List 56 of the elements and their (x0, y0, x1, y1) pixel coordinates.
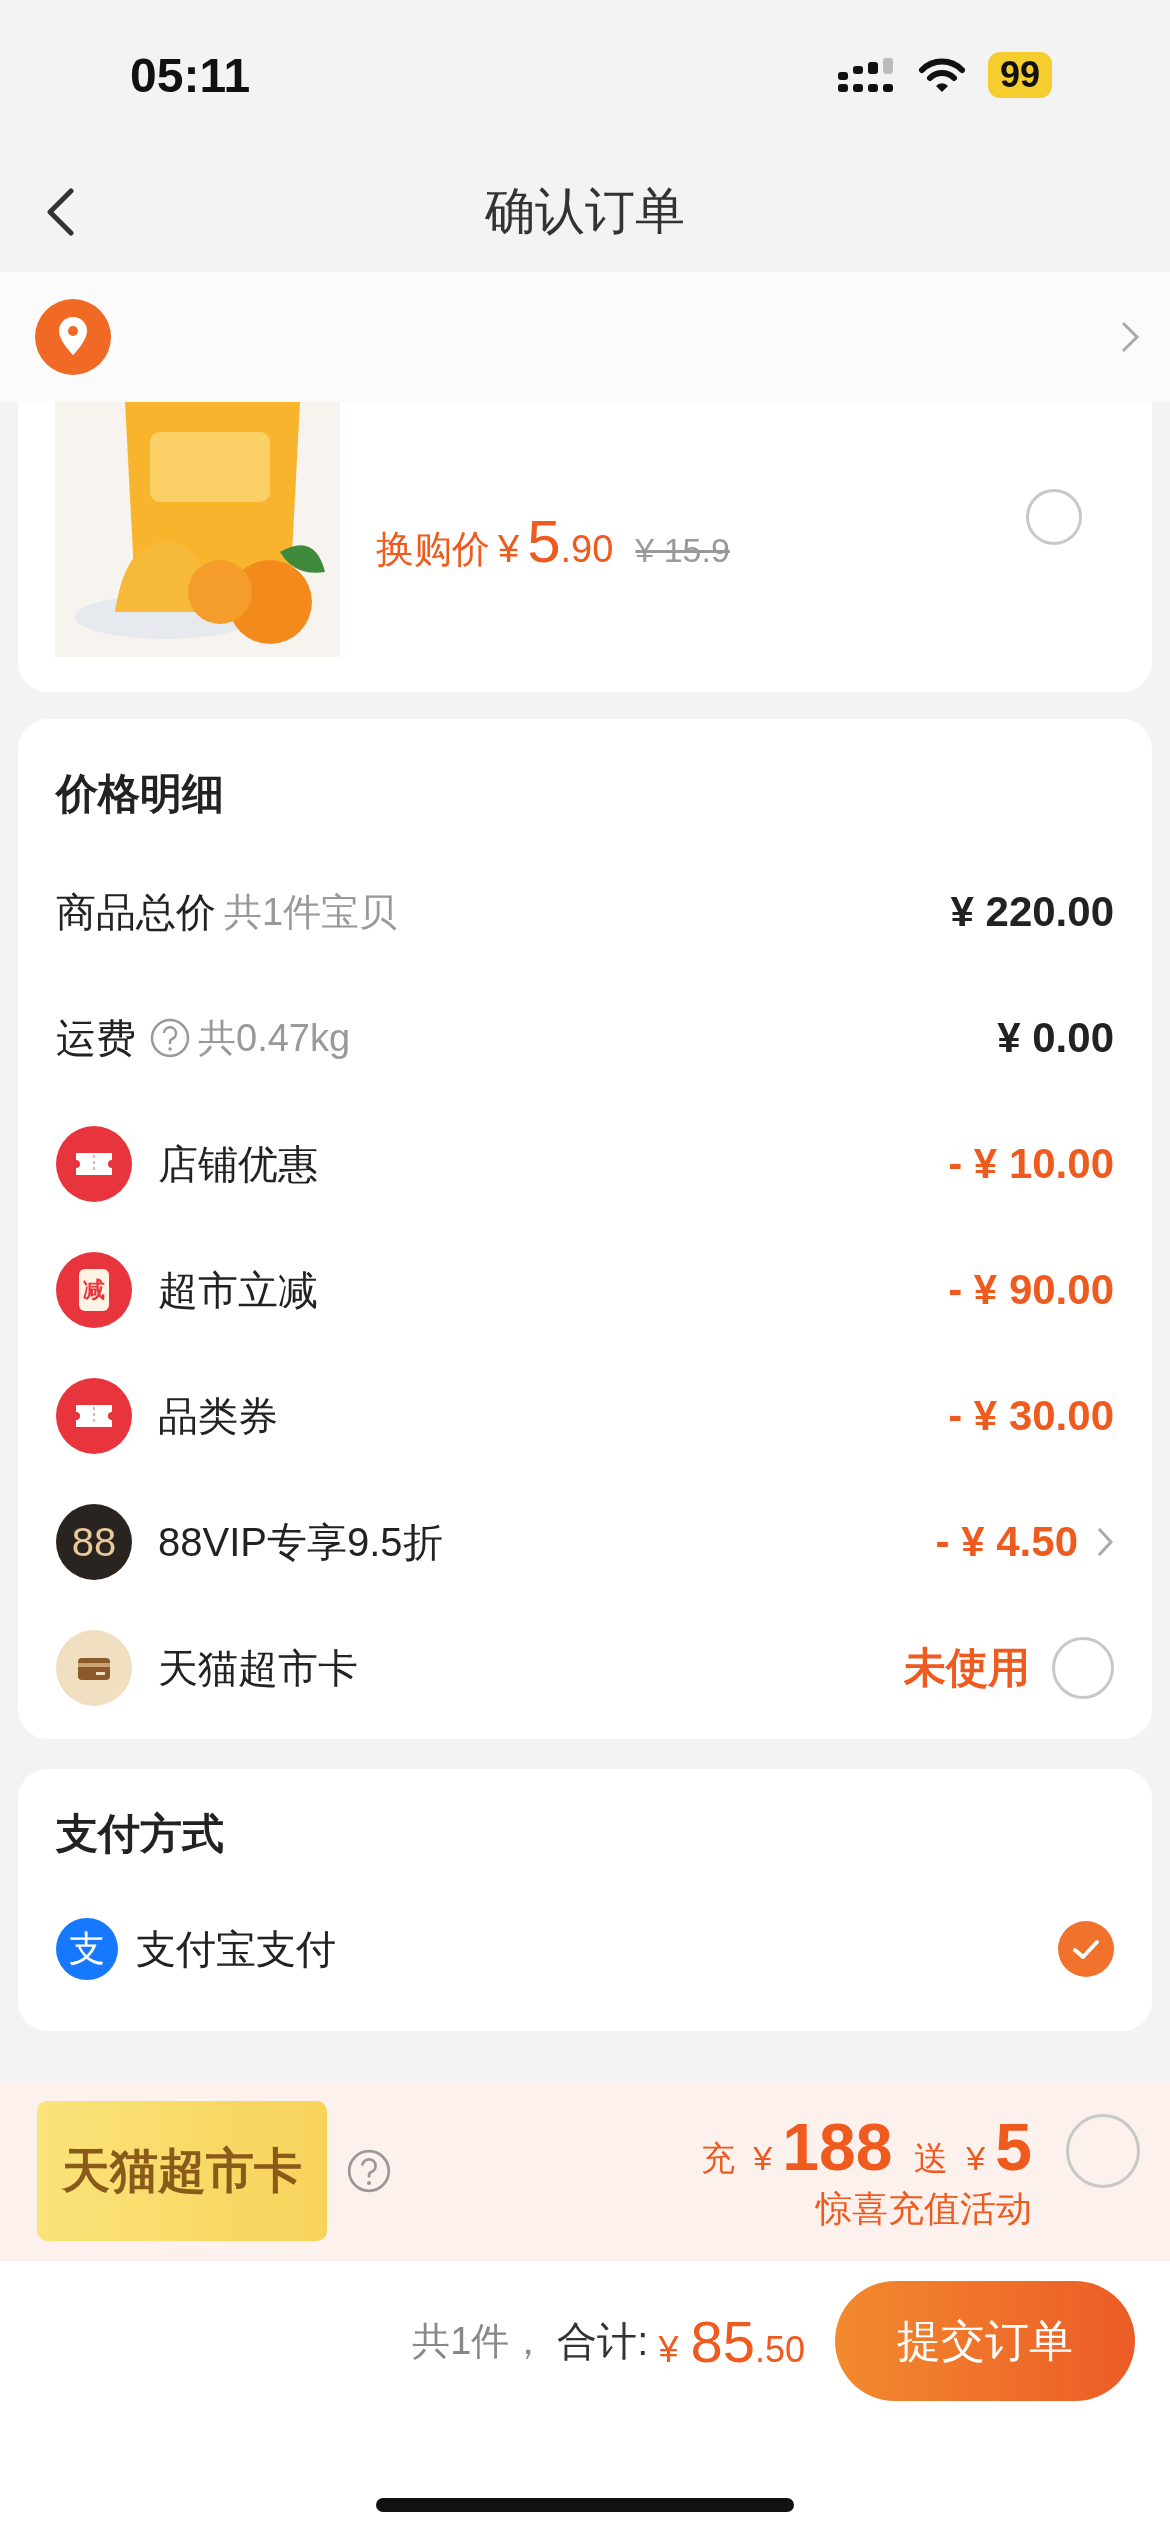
status-time: 05:11 (130, 47, 251, 103)
back-icon[interactable] (45, 188, 75, 236)
item-count: 共1件， (412, 2318, 548, 2364)
chevron-right-icon (1120, 320, 1140, 354)
vip-badge-icon: 88 (56, 1504, 132, 1580)
card-status: 未使用 (904, 1643, 1030, 1693)
battery-level: 99 (987, 52, 1052, 98)
swap-price: 换购价 ¥5.90 (376, 507, 614, 576)
row-amount: ¥ 0.00 (997, 1014, 1114, 1062)
help-icon[interactable] (347, 2149, 391, 2193)
total-price: ¥ 85.50 (658, 2307, 805, 2375)
signal-icon (837, 58, 896, 92)
row-label: 天猫超市卡 (158, 1644, 358, 1692)
row-label: 超市立减 (158, 1266, 318, 1314)
page-title: 确认订单 (485, 181, 685, 241)
card-icon (56, 1630, 132, 1706)
submit-order-button[interactable]: 提交订单 (835, 2281, 1135, 2401)
total-label: 合计: (557, 2317, 649, 2365)
row-label: 运费 (56, 1014, 136, 1062)
payment-option[interactable]: 支 支付宝支付 (56, 1889, 1114, 2009)
discount-amount: - ¥ 30.00 (948, 1392, 1114, 1440)
row-label: 店铺优惠 (158, 1140, 318, 1188)
alipay-icon: 支 (56, 1918, 118, 1980)
wifi-icon (917, 57, 966, 93)
row-label: 商品总价 (56, 888, 216, 936)
ticket-icon (56, 1126, 132, 1202)
use-card-radio[interactable] (1052, 1637, 1114, 1699)
check-icon[interactable] (1058, 1921, 1114, 1977)
discount-amount: - ¥ 10.00 (948, 1140, 1114, 1188)
section-title: 支付方式 (56, 1809, 225, 1859)
recharge-amount: 188 (782, 2108, 893, 2185)
chevron-right-icon[interactable] (1096, 1526, 1114, 1558)
select-radio[interactable] (1066, 2114, 1140, 2188)
bonus-amount: 5 (995, 2108, 1032, 2185)
row-note: 共1件宝贝 (224, 889, 399, 935)
select-radio[interactable] (1026, 489, 1082, 545)
row-label: 品类券 (158, 1392, 278, 1440)
row-label: 88VIP专享9.5折 (158, 1518, 443, 1566)
currency-symbol: ¥ (753, 2138, 773, 2178)
bonus-label: 送 (914, 2137, 949, 2179)
section-title: 价格明细 (56, 769, 225, 819)
payment-label: 支付宝支付 (136, 1925, 336, 1973)
currency-symbol: ¥ (966, 2138, 986, 2178)
row-note: 共0.47kg (198, 1015, 352, 1061)
ticket-icon (56, 1378, 132, 1454)
help-icon[interactable] (150, 1018, 190, 1058)
original-price: ¥ 15.9 (635, 531, 730, 570)
location-pin-icon (35, 299, 111, 375)
supermarket-card[interactable]: 天猫超市卡 (37, 2101, 327, 2241)
discount-amount: - ¥ 4.50 (935, 1518, 1078, 1566)
promo-subtitle: 惊喜充值活动 (816, 2186, 1032, 2231)
discount-amount: - ¥ 90.00 (948, 1266, 1114, 1314)
row-amount: ¥ 220.00 (950, 888, 1114, 936)
recharge-label: 充 (701, 2137, 736, 2179)
address-bar[interactable] (0, 272, 1170, 402)
discount-badge-icon: 减 (56, 1252, 132, 1328)
